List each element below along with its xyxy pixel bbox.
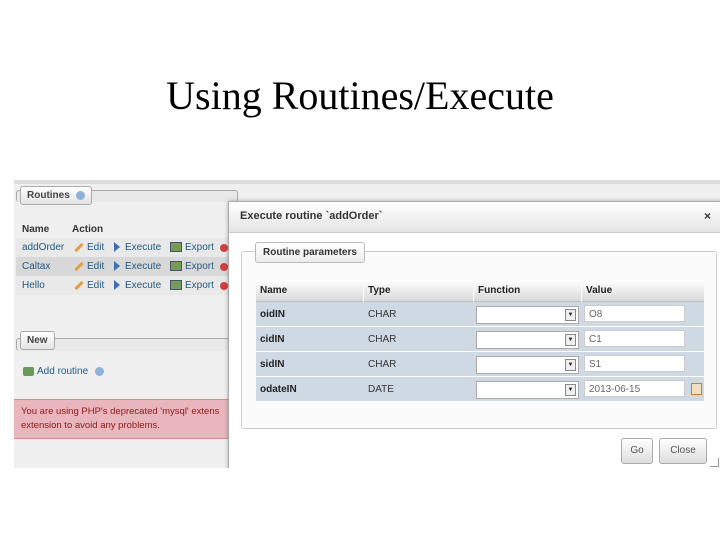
phpmyadmin-screenshot: Routines Name Action addOrder Edit Execu… [14, 180, 720, 468]
header-name-label: Name [260, 285, 288, 296]
execute-label: Execute [125, 261, 162, 272]
header-function: Function [474, 280, 581, 302]
top-bar [14, 180, 720, 184]
drop-link[interactable] [220, 262, 228, 273]
add-routine-label: Add routine [37, 366, 89, 377]
play-icon [114, 261, 120, 272]
resize-handle[interactable] [710, 458, 719, 467]
chevron-down-icon: ▼ [565, 384, 576, 396]
export-icon [170, 280, 182, 291]
param-name: sidIN [260, 359, 285, 370]
export-label: Export [185, 280, 214, 291]
execute-label: Execute [125, 242, 162, 253]
function-select[interactable]: ▼ [476, 381, 579, 399]
slide-title: Using Routines/Execute [166, 73, 554, 118]
edit-link[interactable]: Edit [74, 242, 104, 253]
dialog-titlebar: Execute routine `addOrder` × [229, 202, 720, 233]
export-label: Export [185, 261, 214, 272]
close-button[interactable]: Close [659, 438, 707, 464]
drop-icon [220, 282, 228, 291]
routine-name-link[interactable]: addOrder [22, 242, 64, 253]
export-link[interactable]: Export [170, 242, 214, 253]
header-name: Name [256, 280, 363, 302]
param-type: CHAR [368, 309, 397, 320]
close-icon[interactable]: × [704, 209, 711, 223]
routine-row: addOrder Edit Execute Export [16, 238, 236, 257]
drop-link[interactable] [220, 281, 228, 292]
export-label: Export [185, 242, 214, 253]
edit-label: Edit [87, 261, 105, 272]
edit-link[interactable]: Edit [74, 280, 104, 291]
chevron-down-icon: ▼ [565, 359, 576, 371]
export-icon [170, 242, 182, 253]
add-routine-link[interactable]: Add routine [23, 366, 104, 377]
calendar-icon[interactable] [691, 383, 702, 395]
play-icon [114, 242, 120, 253]
routine-parameters-legend: Routine parameters [255, 242, 365, 263]
execute-link[interactable]: Execute [114, 261, 161, 272]
deprecation-warning: You are using PHP's deprecated 'mysql' e… [14, 399, 234, 439]
routine-name-link[interactable]: Caltax [22, 261, 50, 272]
new-legend: New [20, 331, 55, 350]
parameter-row: odateIN DATE ▼ 2013-06-15 [256, 377, 704, 402]
parameter-row: sidIN CHAR ▼ S1 [256, 352, 704, 377]
header-value: Value [582, 280, 704, 302]
column-name-header: Name [22, 224, 50, 235]
export-icon [170, 261, 182, 272]
edit-label: Edit [87, 280, 105, 291]
param-type: DATE [368, 384, 394, 395]
param-name: odateIN [260, 384, 297, 395]
edit-label: Edit [87, 242, 105, 253]
add-routine-icon [23, 366, 34, 376]
param-name: oidIN [260, 309, 285, 320]
header-type-label: Type [368, 285, 391, 296]
routines-legend-label: Routines [27, 190, 70, 201]
execute-link[interactable]: Execute [114, 242, 161, 253]
parameter-row: cidIN CHAR ▼ C1 [256, 327, 704, 352]
pencil-icon [74, 280, 84, 290]
export-link[interactable]: Export [170, 280, 214, 291]
function-select[interactable]: ▼ [476, 331, 579, 349]
go-button[interactable]: Go [621, 438, 653, 464]
dialog-title: Execute routine `addOrder` [240, 210, 383, 222]
value-input[interactable]: C1 [584, 330, 685, 347]
pencil-icon [74, 242, 84, 252]
warning-line-1: You are using PHP's deprecated 'mysql' e… [21, 406, 220, 417]
column-action-header: Action [72, 224, 104, 235]
param-name: cidIN [260, 334, 285, 345]
routine-name-link[interactable]: Hello [22, 280, 45, 291]
parameter-row: oidIN CHAR ▼ O8 [256, 302, 704, 327]
function-select[interactable]: ▼ [476, 356, 579, 374]
drop-link[interactable] [220, 243, 228, 254]
export-link[interactable]: Export [170, 261, 214, 272]
drop-icon [220, 244, 228, 253]
header-type: Type [364, 280, 473, 302]
value-input[interactable]: S1 [584, 355, 685, 372]
header-value-label: Value [586, 285, 613, 296]
help-icon[interactable] [75, 190, 85, 200]
execute-link[interactable]: Execute [114, 280, 161, 291]
routines-legend: Routines [20, 186, 92, 205]
chevron-down-icon: ▼ [565, 334, 576, 346]
chevron-down-icon: ▼ [565, 309, 576, 321]
help-icon[interactable] [94, 366, 104, 376]
warning-line-2: extension to avoid any problems. [21, 420, 160, 431]
routine-row: Caltax Edit Execute Export [16, 257, 236, 276]
value-input[interactable]: O8 [584, 305, 685, 322]
pencil-icon [74, 261, 84, 271]
drop-icon [220, 263, 228, 272]
execute-label: Execute [125, 280, 162, 291]
execute-routine-dialog: Execute routine `addOrder` × Routine par… [228, 201, 720, 468]
routine-row: Hello Edit Execute Export [16, 276, 236, 295]
edit-link[interactable]: Edit [74, 261, 104, 272]
date-value-input[interactable]: 2013-06-15 [584, 380, 685, 397]
play-icon [114, 280, 120, 291]
param-type: CHAR [368, 359, 397, 370]
param-type: CHAR [368, 334, 397, 345]
header-function-label: Function [478, 285, 521, 296]
function-select[interactable]: ▼ [476, 306, 579, 324]
